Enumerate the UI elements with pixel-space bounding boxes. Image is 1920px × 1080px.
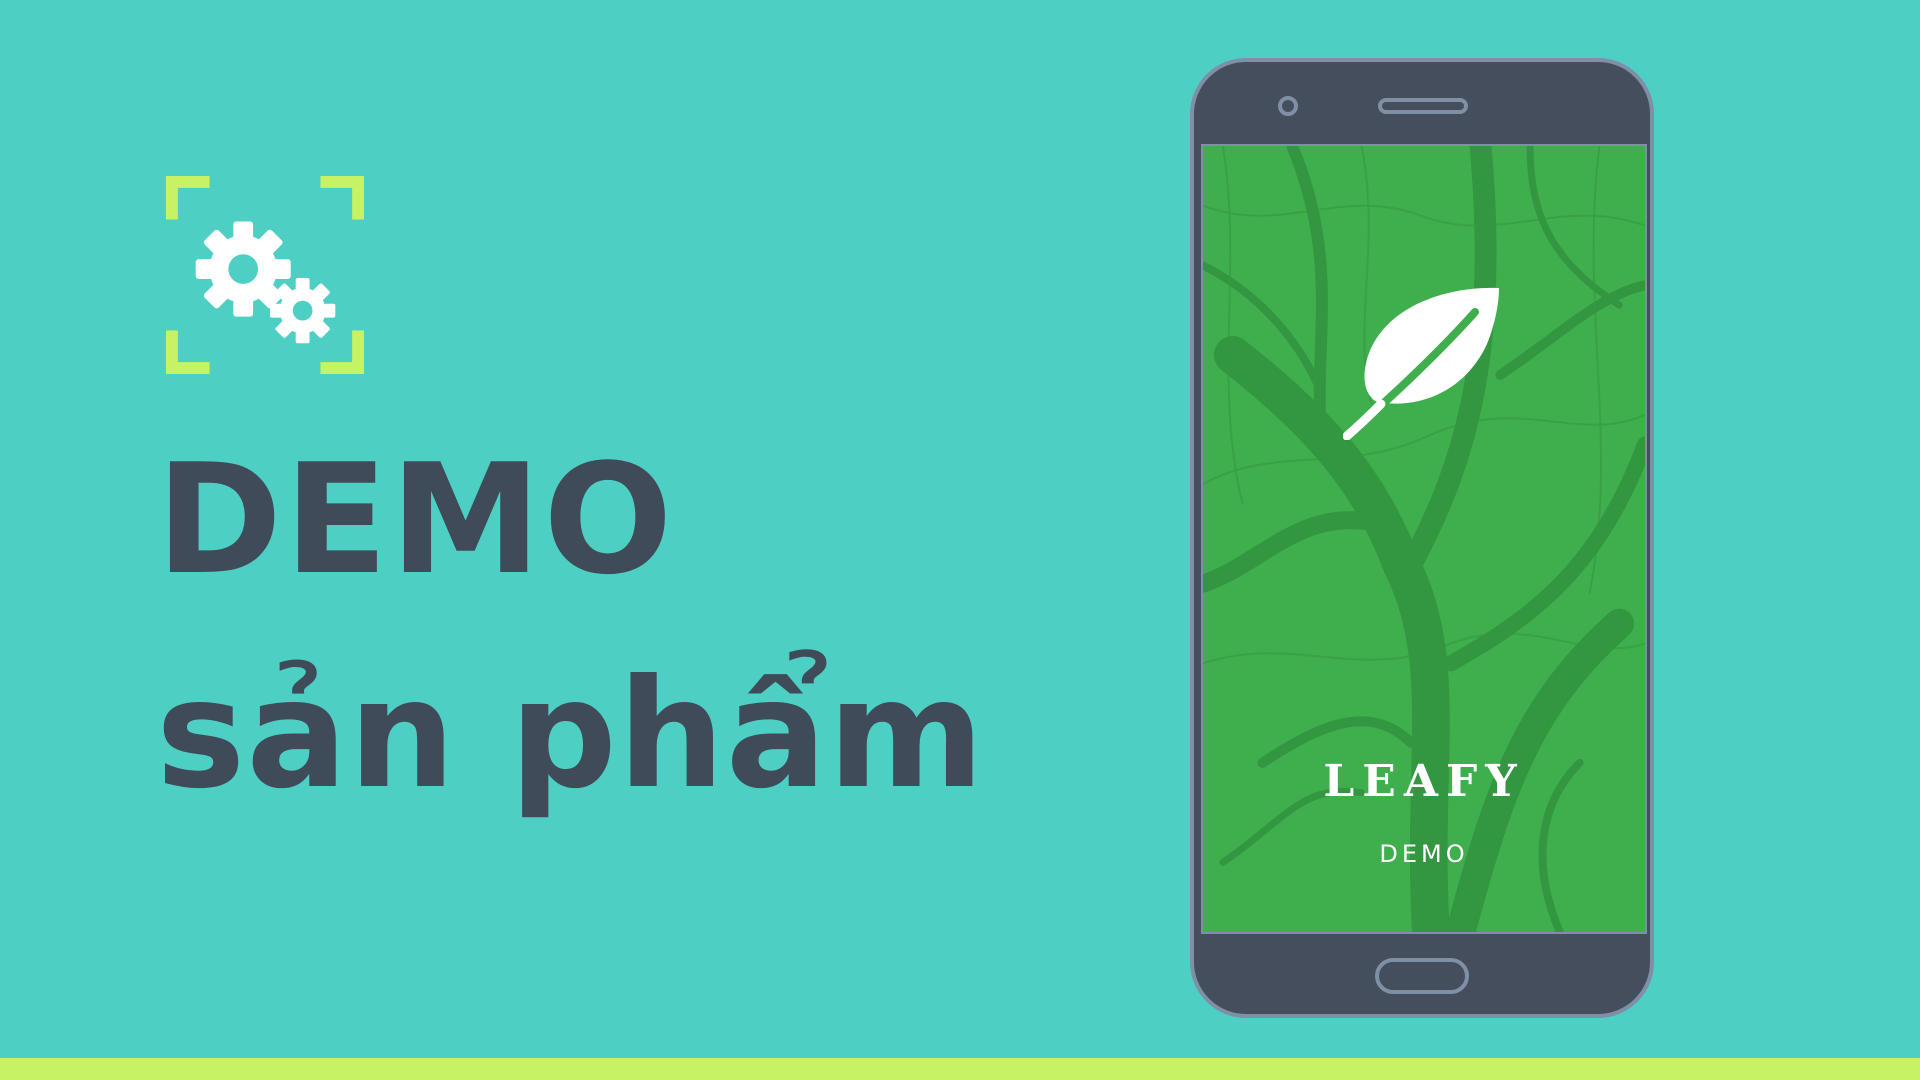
tree-canopy-background [1203, 146, 1645, 932]
settings-gears-icon [166, 176, 364, 374]
leaf-icon [1343, 284, 1503, 440]
earpiece-speaker [1378, 98, 1468, 114]
phone-mockup: LEAFY DEMO [1190, 58, 1654, 1018]
app-subtitle: DEMO [1379, 840, 1469, 868]
headline-product: sản phẩm [156, 648, 986, 822]
front-camera [1278, 96, 1298, 116]
bottom-accent-bar [0, 1058, 1920, 1080]
headline-demo: DEMO [156, 431, 675, 608]
home-button[interactable] [1375, 958, 1469, 994]
phone-screen[interactable]: LEAFY DEMO [1201, 144, 1647, 934]
app-name: LEAFY [1323, 756, 1525, 807]
